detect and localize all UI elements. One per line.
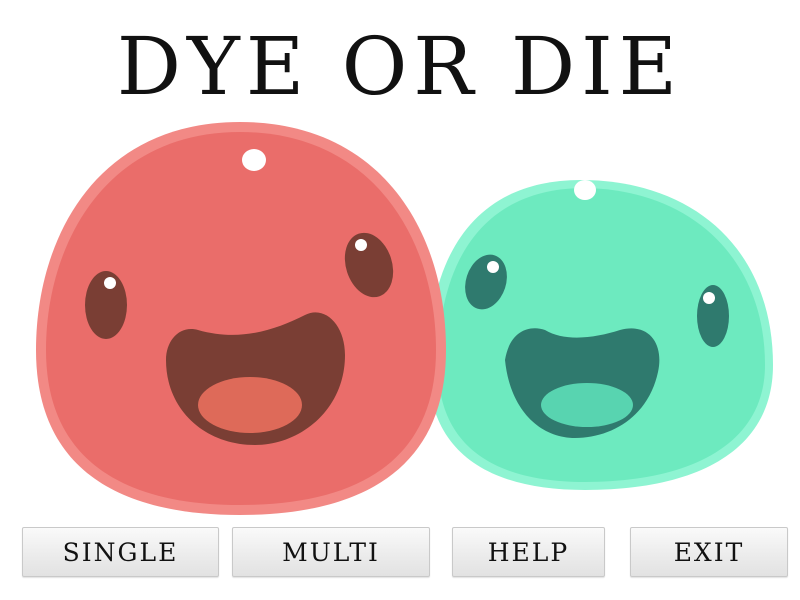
green-slime-tongue [541, 383, 633, 427]
exit-button[interactable]: EXIT [630, 527, 788, 577]
game-title: DYE OR DIE [116, 20, 684, 113]
multi-button[interactable]: MULTI [232, 527, 430, 577]
red-slime-highlight [242, 149, 266, 171]
red-slime-character [36, 122, 446, 515]
title-screen: DYE OR DIE SINGLE MULTI HELP EXIT [0, 0, 800, 600]
green-slime-highlight [574, 180, 596, 200]
help-button[interactable]: HELP [452, 527, 605, 577]
single-button[interactable]: SINGLE [22, 527, 219, 577]
main-menu: SINGLE MULTI HELP EXIT [0, 527, 800, 579]
red-slime-tongue [198, 377, 302, 433]
green-slime-character [428, 179, 773, 490]
